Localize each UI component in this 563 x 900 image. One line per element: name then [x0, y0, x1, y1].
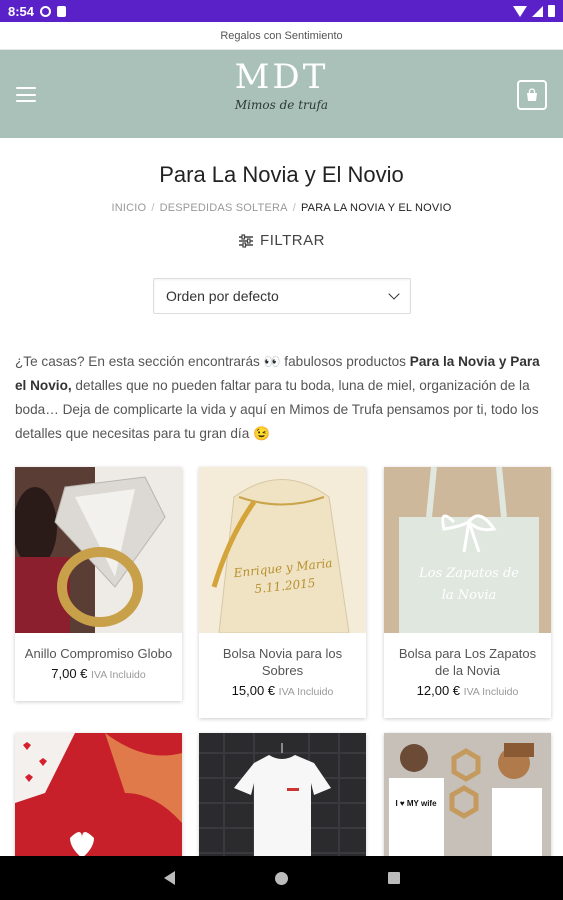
product-price: 15,00 € IVA Incluido [199, 679, 366, 718]
sort-value: Orden por defecto [166, 288, 279, 304]
status-time: 8:54 [8, 3, 35, 19]
sd-card-icon [57, 5, 67, 17]
breadcrumb-current: PARA LA NOVIA Y EL NOVIO [300, 202, 452, 214]
description-text-end: detalles que no pueden faltar para tu bo… [15, 378, 539, 441]
menu-icon[interactable] [16, 87, 36, 102]
shoe-bag-image [384, 467, 551, 633]
recent-apps-icon[interactable] [387, 872, 400, 884]
battery-icon [548, 5, 555, 17]
breadcrumb-separator: / [292, 202, 296, 214]
sliders-icon [239, 233, 254, 248]
sort-select[interactable]: Orden por defecto [153, 278, 411, 314]
filter-button[interactable]: FILTRAR [0, 232, 563, 249]
price-amount: 15,00 € [231, 683, 276, 698]
breadcrumb: INICIO / DESPEDIDAS SOLTERA / PARA LA NOVIA … [0, 202, 563, 214]
category-description: ¿Te casas? En esta sección encontrarás 👀… [15, 350, 548, 446]
breadcrumb-home[interactable]: INICIO [112, 202, 147, 214]
product-price: 7,00 € IVA Incluido [15, 662, 182, 701]
product-image[interactable]: Los Zapatos de la Novia [384, 467, 551, 633]
filter-label: FILTRAR [260, 232, 325, 249]
bag-print-text: Los Zapatos de la Novia [419, 566, 519, 603]
shopping-bag-icon [527, 88, 537, 101]
chevron-down-icon [388, 288, 400, 300]
logo-script: Mimos de trufa [234, 98, 329, 112]
product-name[interactable]: Bolsa Novia para los Sobres [199, 633, 366, 679]
description-text: ¿Te casas? En esta sección encontrarás 👀… [15, 354, 410, 369]
breadcrumb-separator: / [151, 202, 155, 214]
back-icon[interactable] [163, 871, 175, 885]
page-title: Para La Novia y El Novio [159, 162, 404, 187]
site-header: MDT Mimos de trufa [0, 50, 563, 138]
product-image[interactable]: Enrique y Maria 5.11.2015 [199, 467, 366, 633]
product-price: 12,00 € IVA Incluido [384, 679, 551, 718]
site-logo[interactable]: MDT Mimos de trufa [235, 58, 329, 112]
price-tax-note: IVA Incluido [463, 686, 519, 698]
top-tagline-bar: Regalos con Sentimiento [0, 22, 563, 50]
price-amount: 12,00 € [416, 683, 461, 698]
breadcrumb-category[interactable]: DESPEDIDAS SOLTERA [160, 202, 288, 214]
wifi-icon [513, 5, 527, 17]
product-image[interactable] [15, 467, 182, 633]
product-card[interactable]: Anillo Compromiso Globo 7,00 € IVA Inclu… [15, 467, 182, 701]
ring-balloon-image [15, 467, 182, 633]
product-name[interactable]: Bolsa para Los Zapatos de la Novia [384, 633, 551, 679]
home-icon[interactable] [274, 871, 288, 885]
product-card[interactable]: Enrique y Maria 5.11.2015 Bolsa Novia pa… [199, 467, 366, 718]
price-tax-note: IVA Incluido [91, 669, 146, 681]
tagline-text: Regalos con Sentimiento [220, 29, 343, 42]
product-name[interactable]: Anillo Compromiso Globo [15, 633, 182, 662]
price-tax-note: IVA Incluido [278, 686, 334, 698]
status-bar: 8:54 [0, 0, 563, 22]
product-card[interactable]: Los Zapatos de la Novia Bolsa para Los Z… [384, 467, 551, 718]
tshirt-print-text: I ♥ MY wife [395, 799, 437, 808]
signal-icon [532, 5, 543, 17]
cart-button[interactable] [517, 80, 547, 110]
price-amount: 7,00 € [51, 666, 88, 681]
logo-text: MDT [234, 57, 329, 97]
bag-image [199, 467, 366, 633]
sync-icon [40, 5, 52, 17]
system-navigation-bar [0, 856, 563, 900]
